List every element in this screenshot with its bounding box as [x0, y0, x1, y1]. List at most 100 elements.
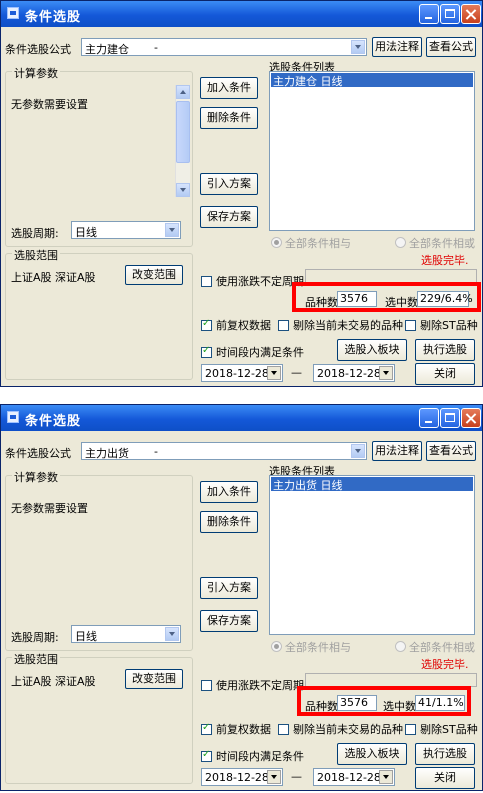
- usage-notes-button[interactable]: 用法注释: [372, 37, 422, 57]
- exclude-untraded-checkbox[interactable]: 剔除当前未交易的品种: [278, 317, 403, 333]
- maximize-button[interactable]: [440, 408, 460, 428]
- date-to-value: 2018-12-28: [317, 771, 381, 784]
- radio-empty-icon: [395, 641, 406, 652]
- range-label: 选股范围: [12, 651, 60, 667]
- checkbox-icon: [278, 320, 289, 331]
- chevron-down-icon[interactable]: [351, 40, 365, 54]
- radio-all-and[interactable]: 全部条件相与: [271, 639, 351, 655]
- condition-list[interactable]: 主力建仓 日线: [269, 71, 475, 231]
- highlight-box: [297, 686, 471, 716]
- period-select[interactable]: 日线: [71, 625, 181, 643]
- status-text: 选股完毕.: [421, 254, 469, 267]
- check-icon: [201, 318, 212, 331]
- select-to-block-button[interactable]: 选股入板块: [337, 339, 407, 361]
- app-icon: [7, 411, 19, 423]
- date-from-picker[interactable]: 2018-12-28: [201, 364, 283, 382]
- chevron-down-icon[interactable]: [267, 366, 281, 380]
- exclude-untraded-checkbox[interactable]: 剔除当前未交易的品种: [278, 721, 403, 737]
- chevron-down-icon[interactable]: [165, 627, 179, 641]
- formula-value: 主力建仓: [85, 43, 129, 56]
- chevron-down-icon[interactable]: [351, 444, 365, 458]
- date-to-picker[interactable]: 2018-12-28: [313, 364, 395, 382]
- add-condition-button[interactable]: 加入条件: [200, 77, 258, 99]
- period-value: 日线: [75, 630, 97, 643]
- highlight-box: [292, 282, 481, 312]
- formula-dash: -: [154, 445, 158, 458]
- change-range-button[interactable]: 改变范围: [125, 265, 183, 285]
- period-label: 选股周期:: [11, 631, 59, 644]
- chevron-down-icon[interactable]: [379, 770, 393, 784]
- add-condition-button[interactable]: 加入条件: [200, 481, 258, 503]
- app-icon: [7, 7, 19, 19]
- range-text: 上证A股 深证A股: [11, 675, 96, 688]
- scroll-up-icon[interactable]: [176, 85, 190, 99]
- delete-condition-button[interactable]: 删除条件: [200, 107, 258, 129]
- condition-select-dialog-2: 条件选股 条件选股公式 主力出货 - 用法注释 查看公式 计算参数 无参数需要设…: [0, 404, 483, 791]
- import-plan-button[interactable]: 引入方案: [200, 577, 258, 599]
- view-formula-button[interactable]: 查看公式: [426, 441, 476, 461]
- select-to-block-button[interactable]: 选股入板块: [337, 743, 407, 765]
- radio-all-and[interactable]: 全部条件相与: [271, 235, 351, 251]
- checkbox-icon: [201, 680, 212, 691]
- list-item[interactable]: 主力建仓 日线: [271, 73, 473, 88]
- date-from-value: 2018-12-28: [205, 771, 269, 784]
- run-select-button[interactable]: 执行选股: [415, 339, 475, 361]
- title-bar[interactable]: 条件选股: [1, 405, 482, 431]
- scroll-thumb[interactable]: [176, 101, 190, 163]
- formula-select[interactable]: 主力建仓 -: [81, 38, 367, 56]
- params-scrollbar[interactable]: [175, 85, 190, 197]
- list-item[interactable]: 主力出货 日线: [271, 477, 473, 492]
- window-title: 条件选股: [25, 10, 82, 25]
- date-separator: —: [291, 366, 302, 379]
- close-window-button[interactable]: [461, 408, 481, 428]
- maximize-button[interactable]: [440, 4, 460, 24]
- no-params-text: 无参数需要设置: [11, 502, 88, 515]
- radio-all-or[interactable]: 全部条件相或: [395, 639, 475, 655]
- date-from-picker[interactable]: 2018-12-28: [201, 768, 283, 786]
- import-plan-button[interactable]: 引入方案: [200, 173, 258, 195]
- period-select[interactable]: 日线: [71, 221, 181, 239]
- formula-select[interactable]: 主力出货 -: [81, 442, 367, 460]
- prior-rights-checkbox[interactable]: 前复权数据: [201, 317, 271, 333]
- checkbox-icon: [201, 276, 212, 287]
- minimize-button[interactable]: [419, 408, 439, 428]
- variable-period-checkbox[interactable]: 使用涨跌不定周期: [201, 677, 304, 693]
- minimize-button[interactable]: [419, 4, 439, 24]
- chevron-down-icon[interactable]: [165, 223, 179, 237]
- variable-period-checkbox[interactable]: 使用涨跌不定周期: [201, 273, 304, 289]
- range-text: 上证A股 深证A股: [11, 271, 96, 284]
- chevron-down-icon[interactable]: [379, 366, 393, 380]
- save-plan-button[interactable]: 保存方案: [200, 610, 258, 632]
- change-range-button[interactable]: 改变范围: [125, 669, 183, 689]
- no-params-text: 无参数需要设置: [11, 98, 88, 111]
- formula-label: 条件选股公式: [5, 447, 71, 460]
- close-button[interactable]: 关闭: [415, 767, 475, 789]
- scroll-down-icon[interactable]: [176, 183, 190, 197]
- check-icon: [201, 345, 212, 358]
- variable-period-panel: [305, 673, 477, 687]
- close-button[interactable]: 关闭: [415, 363, 475, 385]
- view-formula-button[interactable]: 查看公式: [426, 37, 476, 57]
- check-icon: [201, 749, 212, 762]
- time-range-checkbox[interactable]: 时间段内满足条件: [201, 748, 304, 764]
- run-select-button[interactable]: 执行选股: [415, 743, 475, 765]
- prior-rights-checkbox[interactable]: 前复权数据: [201, 721, 271, 737]
- save-plan-button[interactable]: 保存方案: [200, 206, 258, 228]
- check-icon: [201, 722, 212, 735]
- radio-selected-icon: [271, 641, 282, 652]
- title-bar[interactable]: 条件选股: [1, 1, 482, 27]
- chevron-down-icon[interactable]: [267, 770, 281, 784]
- formula-label: 条件选股公式: [5, 43, 71, 56]
- date-to-picker[interactable]: 2018-12-28: [313, 768, 395, 786]
- condition-list[interactable]: 主力出货 日线: [269, 475, 475, 635]
- exclude-st-checkbox[interactable]: 剔除ST品种: [405, 721, 478, 737]
- checkbox-icon: [405, 724, 416, 735]
- usage-notes-button[interactable]: 用法注释: [372, 441, 422, 461]
- calc-params-label: 计算参数: [12, 65, 60, 81]
- time-range-checkbox[interactable]: 时间段内满足条件: [201, 344, 304, 360]
- window-title: 条件选股: [25, 414, 82, 429]
- exclude-st-checkbox[interactable]: 剔除ST品种: [405, 317, 478, 333]
- close-window-button[interactable]: [461, 4, 481, 24]
- radio-all-or[interactable]: 全部条件相或: [395, 235, 475, 251]
- delete-condition-button[interactable]: 删除条件: [200, 511, 258, 533]
